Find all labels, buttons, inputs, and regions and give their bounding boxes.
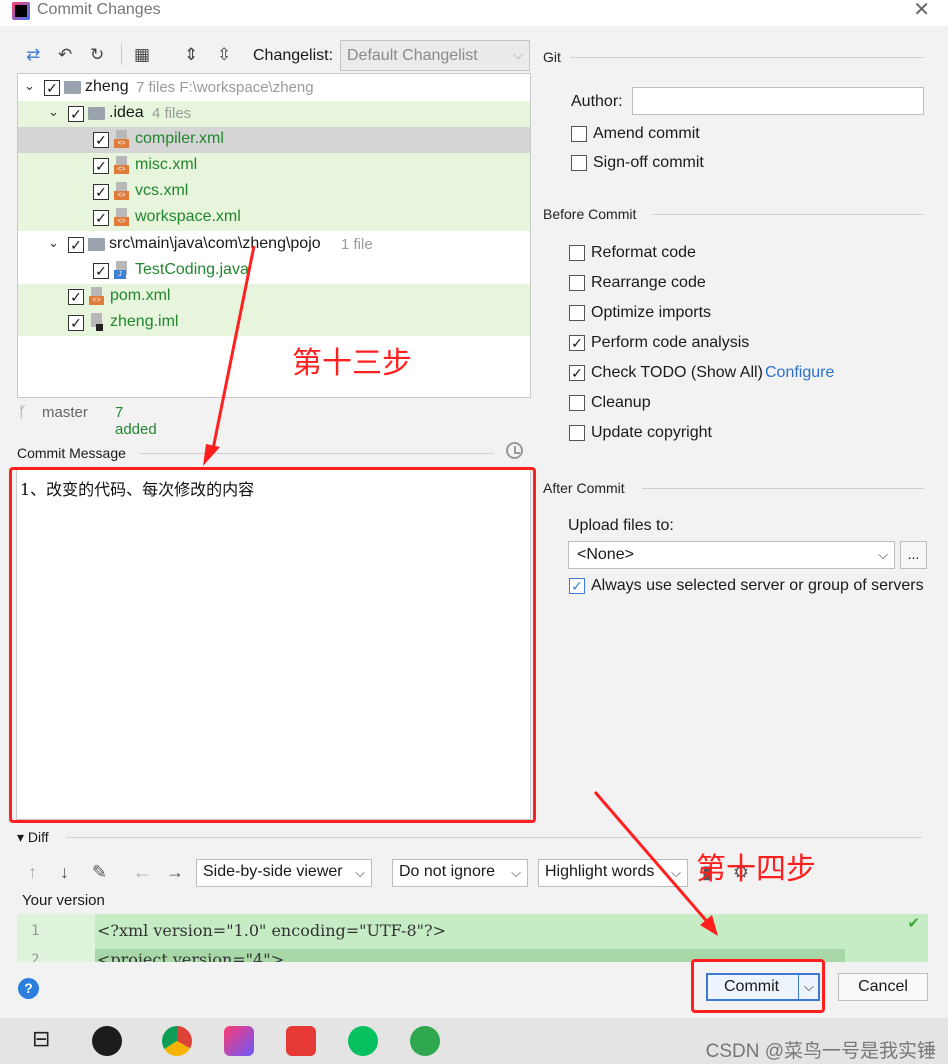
chrome-icon[interactable] xyxy=(162,1026,192,1056)
vivaldi-icon[interactable] xyxy=(286,1026,316,1056)
watermark-text: CSDN @菜鸟一号是我实锤 xyxy=(705,1041,936,1062)
browser-e-icon[interactable] xyxy=(410,1026,440,1056)
arrow-line xyxy=(210,245,256,455)
task-view-icon[interactable]: ⊟ xyxy=(32,1026,62,1056)
annotation-arrows xyxy=(203,245,718,936)
pinwheel-app-icon[interactable] xyxy=(92,1026,122,1056)
arrow-line xyxy=(593,791,712,926)
intellij-icon[interactable] xyxy=(224,1026,254,1056)
wechat-icon[interactable] xyxy=(348,1026,378,1056)
arrow-head xyxy=(203,444,220,466)
